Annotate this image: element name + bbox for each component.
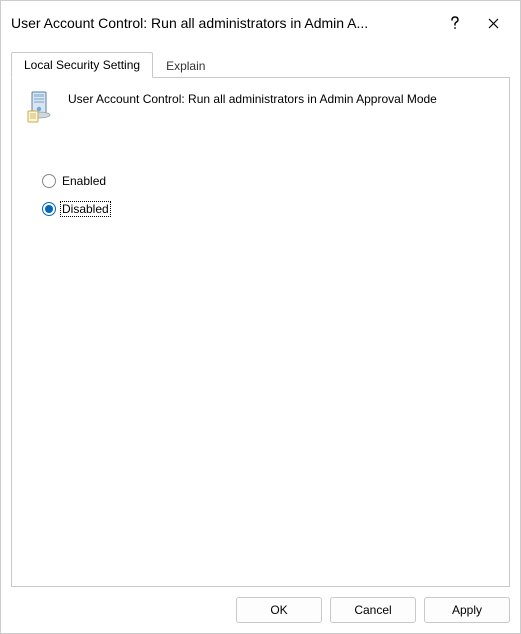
close-icon (488, 18, 499, 29)
help-icon (450, 16, 460, 30)
radio-label: Enabled (62, 174, 106, 188)
tab-panel: User Account Control: Run all administra… (11, 77, 510, 587)
radio-indicator (42, 174, 56, 188)
apply-button[interactable]: Apply (424, 597, 510, 623)
tab-strip: Local Security Setting Explain (11, 51, 510, 77)
radio-dot (45, 205, 53, 213)
button-label: Cancel (354, 603, 391, 617)
cancel-button[interactable]: Cancel (330, 597, 416, 623)
window-title: User Account Control: Run all administra… (11, 15, 434, 31)
tab-label: Local Security Setting (24, 58, 140, 72)
radio-indicator (42, 202, 56, 216)
properties-dialog: User Account Control: Run all administra… (0, 0, 521, 634)
tab-label: Explain (166, 59, 205, 73)
ok-button[interactable]: OK (236, 597, 322, 623)
radio-group: Enabled Disabled (42, 172, 497, 218)
button-label: OK (270, 603, 287, 617)
server-policy-icon (24, 90, 58, 124)
tab-local-security-setting[interactable]: Local Security Setting (11, 52, 153, 78)
help-button[interactable] (438, 9, 472, 37)
policy-header: User Account Control: Run all administra… (24, 90, 497, 124)
radio-label: Disabled (60, 201, 111, 217)
radio-enabled[interactable]: Enabled (42, 172, 497, 190)
button-label: Apply (452, 603, 482, 617)
dialog-buttons: OK Cancel Apply (1, 587, 520, 633)
close-button[interactable] (476, 9, 510, 37)
radio-disabled[interactable]: Disabled (42, 200, 497, 218)
policy-title: User Account Control: Run all administra… (68, 90, 437, 108)
titlebar: User Account Control: Run all administra… (1, 1, 520, 47)
content-area: Local Security Setting Explain (1, 47, 520, 587)
tab-explain[interactable]: Explain (153, 53, 218, 78)
